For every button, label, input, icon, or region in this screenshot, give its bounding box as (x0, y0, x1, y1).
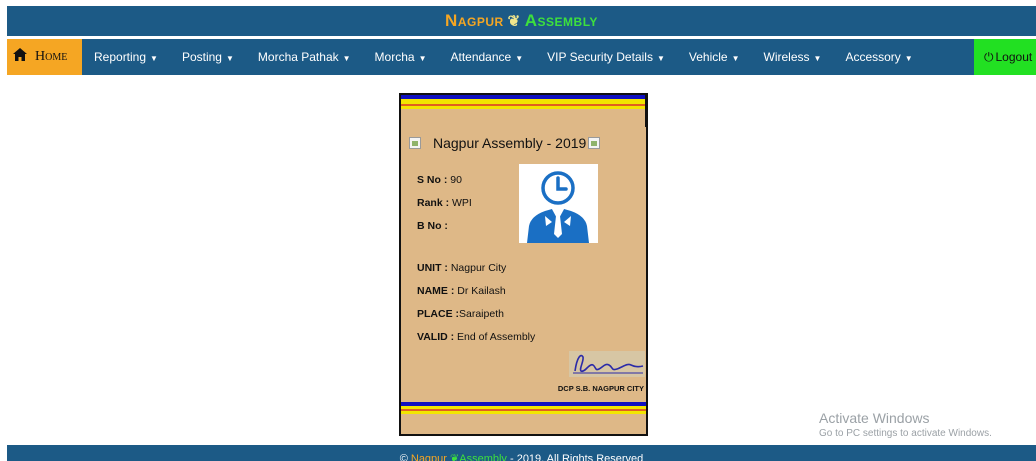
windows-activation-watermark: Activate Windows Go to PC settings to ac… (819, 410, 992, 439)
nav-vehicle-label: Vehicle (688, 50, 728, 64)
nav-morcha-pathak-label: Morcha Pathak (257, 50, 339, 64)
nav-attendance-label: Attendance (450, 50, 512, 64)
field-sno: S No : 90 (417, 174, 462, 186)
brand-word-2: Assembly (524, 11, 598, 30)
home-icon (13, 48, 27, 66)
brand-word-1: Nagpur (445, 11, 504, 30)
footer-brand-word-2: Assembly (459, 453, 507, 461)
rank-value: WPI (449, 197, 472, 209)
copyright-prefix: © (399, 453, 411, 461)
nav-accessory[interactable]: Accessory ▼ (833, 39, 924, 75)
header-bar: Nagpur ❦ Assembly (7, 6, 1036, 36)
field-bno: B No : (417, 220, 448, 232)
chevron-down-icon: ▼ (515, 54, 524, 63)
logout-button[interactable]: ⏻ Logout (974, 39, 1036, 75)
field-valid: VALID : End of Assembly (417, 331, 535, 343)
id-card: Nagpur Assembly - 2019 S No : 90 Rank : … (399, 93, 648, 436)
field-place: PLACE :Saraipeth (417, 308, 504, 320)
chevron-down-icon: ▼ (656, 54, 665, 63)
logout-label: Logout (995, 50, 1033, 64)
sno-label: S No : (417, 174, 448, 186)
chevron-down-icon: ▼ (813, 54, 822, 63)
nav-reporting-label: Reporting (94, 50, 147, 64)
place-value: Saraipeth (459, 308, 504, 320)
nav-morcha[interactable]: Morcha ▼ (363, 39, 439, 75)
footer-copyright: © Nagpur ❦Assembly - 2019, All Rights Re… (7, 454, 1036, 461)
officer-avatar (519, 164, 598, 243)
name-label: NAME : (417, 285, 455, 297)
brand-logo[interactable]: Nagpur ❦ Assembly (445, 6, 598, 37)
activation-title: Activate Windows (819, 410, 930, 426)
field-name: NAME : Dr Kailash (417, 285, 506, 297)
nav-vip-security-details[interactable]: VIP Security Details ▼ (535, 39, 677, 75)
nav-vip-security-details-label: VIP Security Details (547, 50, 653, 64)
nav-posting[interactable]: Posting ▼ (170, 39, 246, 75)
chevron-down-icon: ▼ (225, 54, 234, 63)
chevron-down-icon: ▼ (150, 54, 158, 63)
rank-label: Rank : (417, 197, 450, 209)
broken-image-icon (588, 137, 601, 149)
leaf-emblem-icon: ❦ (507, 13, 521, 30)
name-value: Dr Kailash (454, 285, 506, 297)
nav-wireless-label: Wireless (763, 50, 810, 64)
signature-image (569, 351, 645, 377)
nav-vehicle[interactable]: Vehicle ▼ (677, 39, 752, 75)
page: Nagpur ❦ Assembly Home Reporting ▼ Posting ▼… (0, 0, 1036, 461)
bno-label: B No : (417, 220, 448, 232)
unit-value: Nagpur City (447, 262, 507, 274)
unit-label: UNIT : (417, 262, 448, 274)
nav-attendance[interactable]: Attendance ▼ (438, 39, 535, 75)
footer-brand-word-1: Nagpur (410, 453, 447, 461)
issuer-label: DCP S.B. NAGPUR CITY (557, 384, 644, 393)
nav-wireless[interactable]: Wireless ▼ (752, 39, 834, 75)
power-icon: ⏻ (984, 50, 994, 64)
nav-posting-label: Posting (181, 50, 222, 64)
card-bottom-stripe (401, 402, 646, 414)
place-label: PLACE : (417, 308, 459, 320)
card-edge-accent (645, 95, 648, 127)
nav-home-label: Home (35, 49, 68, 64)
nav-morcha-pathak[interactable]: Morcha Pathak ▼ (246, 39, 363, 75)
field-rank: Rank : WPI (417, 197, 472, 209)
valid-label: VALID : (417, 331, 455, 343)
chevron-down-icon: ▼ (342, 54, 351, 63)
card-title: Nagpur Assembly - 2019 (433, 135, 587, 151)
copyright-suffix: - 2019, All Rights Reserved (506, 453, 644, 461)
officer-clock-icon (527, 171, 589, 243)
card-title-row: Nagpur Assembly - 2019 (409, 135, 639, 151)
sno-value: 90 (447, 174, 462, 186)
nav-home[interactable]: Home (7, 39, 82, 75)
nav-morcha-label: Morcha (374, 50, 415, 64)
main-navbar: Home Reporting ▼ Posting ▼ Morcha Pathak ▼ … (7, 39, 1036, 75)
chevron-down-icon: ▼ (418, 54, 427, 63)
nav-reporting[interactable]: Reporting ▼ (82, 39, 170, 75)
card-top-stripe (401, 95, 646, 109)
chevron-down-icon: ▼ (731, 54, 740, 63)
nav-accessory-label: Accessory (845, 50, 901, 64)
valid-value: End of Assembly (454, 331, 536, 343)
footer-bar: © Nagpur ❦Assembly - 2019, All Rights Re… (7, 445, 1036, 461)
field-unit: UNIT : Nagpur City (417, 262, 506, 274)
activation-subtitle: Go to PC settings to activate Windows. (819, 428, 992, 439)
chevron-down-icon: ▼ (904, 54, 913, 63)
broken-image-icon (409, 137, 421, 149)
footer-leaf-icon: ❦ (450, 453, 460, 461)
